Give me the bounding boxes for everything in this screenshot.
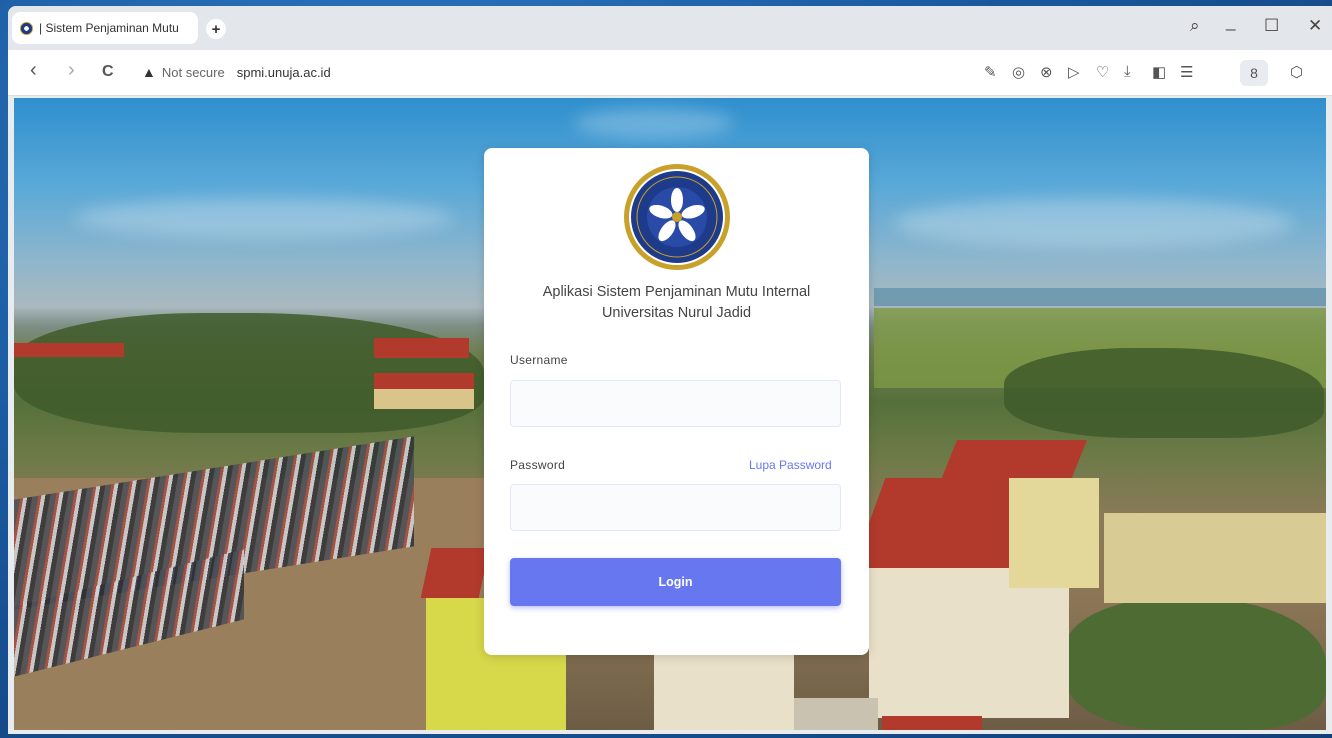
tab-strip: | Sistem Penjaminan Mutu + ⌕ _ ☐ ✕ — [8, 6, 1332, 50]
address-bar[interactable]: ▲ Not secure spmi.unuja.ac.id — [142, 64, 331, 80]
minimize-icon[interactable]: _ — [1226, 12, 1235, 32]
heart-icon[interactable]: ♡ — [1096, 63, 1109, 81]
send-icon[interactable]: ▷ — [1068, 63, 1080, 81]
extension-icon[interactable]: ⬡ — [1290, 63, 1303, 81]
url-text[interactable]: spmi.unuja.ac.id — [237, 65, 331, 80]
shield-icon[interactable]: ⊗ — [1040, 63, 1053, 81]
app-title-line1: Aplikasi Sistem Penjaminan Mutu Internal — [542, 284, 811, 300]
password-label: Password — [510, 458, 566, 472]
reload-icon[interactable]: C — [102, 63, 114, 81]
site-favicon-icon — [20, 21, 33, 35]
tab-title: | Sistem Penjaminan Mutu — [39, 21, 179, 35]
page-viewport: Aplikasi Sistem Penjaminan Mutu Internal… — [14, 98, 1326, 730]
app-title-line2: Universitas Nurul Jadid — [601, 305, 752, 321]
maximize-icon[interactable]: ☐ — [1264, 16, 1279, 36]
username-label: Username — [510, 353, 568, 367]
security-label[interactable]: Not secure — [162, 65, 225, 80]
forgot-password-link[interactable]: Lupa Password — [749, 458, 832, 472]
profile-icon[interactable]: 8 — [1240, 60, 1268, 86]
navigation-bar: ‹ › C ▲ Not secure spmi.unuja.ac.id ✎ ◎ … — [8, 50, 1332, 96]
tab-active[interactable]: | Sistem Penjaminan Mutu — [12, 12, 198, 44]
username-input[interactable] — [510, 380, 841, 427]
login-button[interactable]: Login — [510, 558, 841, 606]
back-icon[interactable]: ‹ — [30, 59, 37, 82]
sidebar-icon[interactable]: ◧ — [1152, 63, 1166, 81]
app-title: Aplikasi Sistem Penjaminan Mutu Internal… — [484, 282, 869, 324]
warning-icon[interactable]: ▲ — [142, 64, 156, 80]
camera-icon[interactable]: ◎ — [1012, 63, 1025, 81]
forward-icon[interactable]: › — [68, 59, 75, 82]
menu-icon[interactable]: ☰ — [1180, 63, 1193, 81]
browser-window: | Sistem Penjaminan Mutu + ⌕ _ ☐ ✕ ‹ › C… — [8, 6, 1332, 734]
close-icon[interactable]: ✕ — [1308, 16, 1322, 36]
password-input[interactable] — [510, 484, 841, 531]
edit-icon[interactable]: ✎ — [984, 63, 997, 81]
university-logo — [624, 164, 730, 270]
login-card: Aplikasi Sistem Penjaminan Mutu Internal… — [484, 148, 869, 655]
search-tabs-icon[interactable]: ⌕ — [1190, 16, 1200, 36]
new-tab-button[interactable]: + — [206, 19, 226, 39]
download-icon[interactable]: ⤓ — [1124, 63, 1131, 80]
